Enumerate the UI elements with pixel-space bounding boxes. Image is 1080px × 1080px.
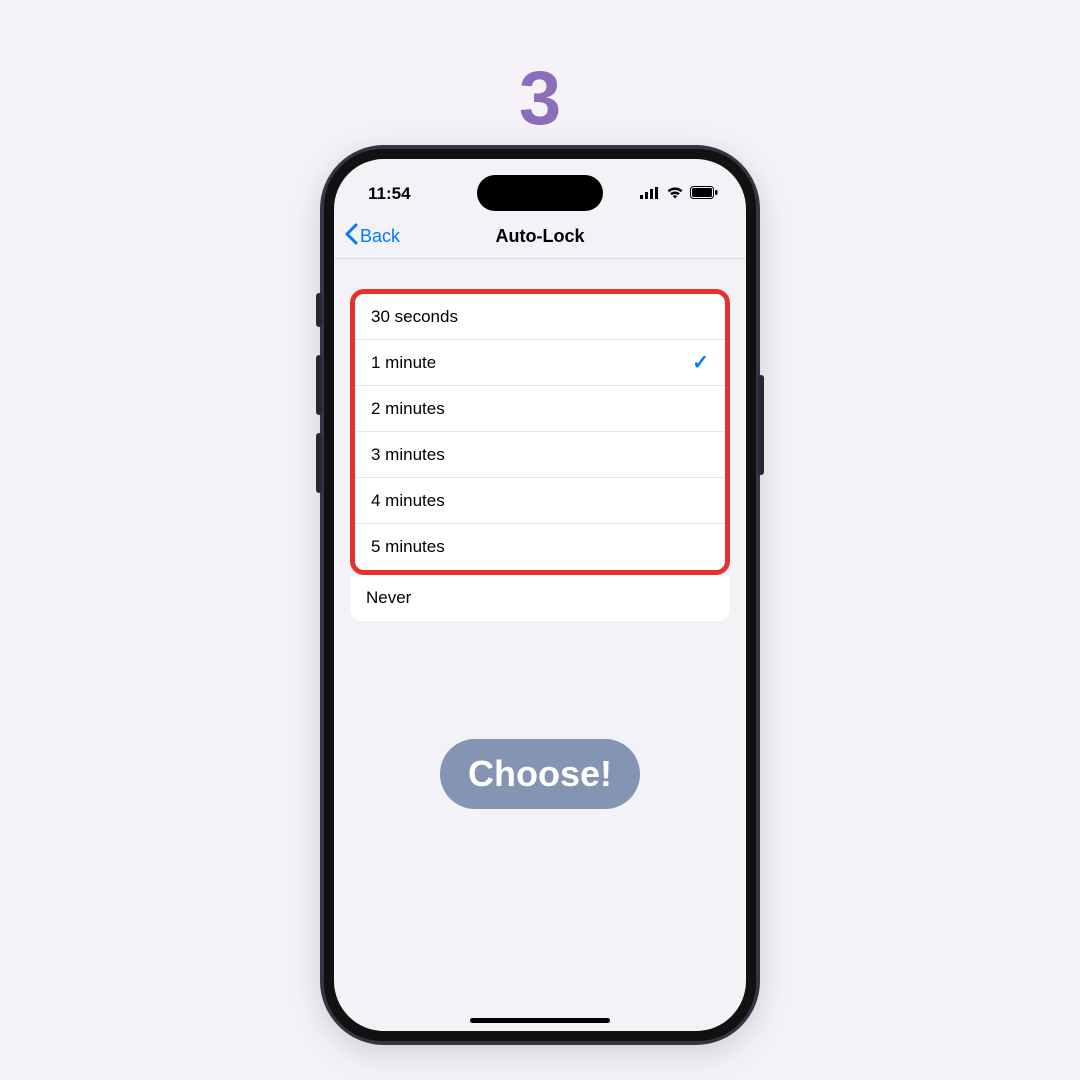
option-label: 1 minute	[371, 353, 436, 373]
auto-lock-option[interactable]: 4 minutes	[355, 478, 725, 524]
phone-screen: 11:54	[334, 159, 746, 1031]
silence-switch	[316, 293, 322, 327]
page-title: Auto-Lock	[496, 226, 585, 247]
auto-lock-option[interactable]: 5 minutes	[355, 524, 725, 570]
volume-up-button	[316, 355, 322, 415]
status-time: 11:54	[368, 184, 411, 204]
remaining-options: Never	[350, 575, 730, 621]
volume-down-button	[316, 433, 322, 493]
choose-callout: Choose!	[440, 739, 640, 809]
checkmark-icon: ✓	[692, 350, 709, 375]
auto-lock-option[interactable]: 1 minute ✓	[355, 340, 725, 386]
cellular-icon	[640, 184, 660, 204]
wifi-icon	[666, 184, 684, 204]
step-number: 3	[519, 55, 561, 142]
dynamic-island	[477, 175, 603, 211]
option-label: Never	[366, 588, 411, 608]
battery-icon	[690, 184, 718, 204]
auto-lock-option[interactable]: 30 seconds	[355, 294, 725, 340]
power-button	[758, 375, 764, 475]
highlighted-options: 30 seconds 1 minute ✓ 2 minutes 3 minutes 4 m…	[350, 289, 730, 575]
option-label: 4 minutes	[371, 491, 445, 511]
option-label: 2 minutes	[371, 399, 445, 419]
auto-lock-option[interactable]: Never	[350, 575, 730, 621]
auto-lock-option[interactable]: 3 minutes	[355, 432, 725, 478]
phone-frame: 11:54	[320, 145, 760, 1045]
option-label: 5 minutes	[371, 537, 445, 557]
auto-lock-option[interactable]: 2 minutes	[355, 386, 725, 432]
nav-bar: Back Auto-Lock	[334, 215, 746, 259]
chevron-left-icon	[344, 223, 358, 250]
content-area: 30 seconds 1 minute ✓ 2 minutes 3 minutes 4 m…	[334, 259, 746, 1031]
home-indicator[interactable]	[470, 1018, 610, 1023]
option-label: 30 seconds	[371, 307, 458, 327]
back-button[interactable]: Back	[344, 223, 400, 250]
back-label: Back	[360, 226, 400, 247]
option-label: 3 minutes	[371, 445, 445, 465]
